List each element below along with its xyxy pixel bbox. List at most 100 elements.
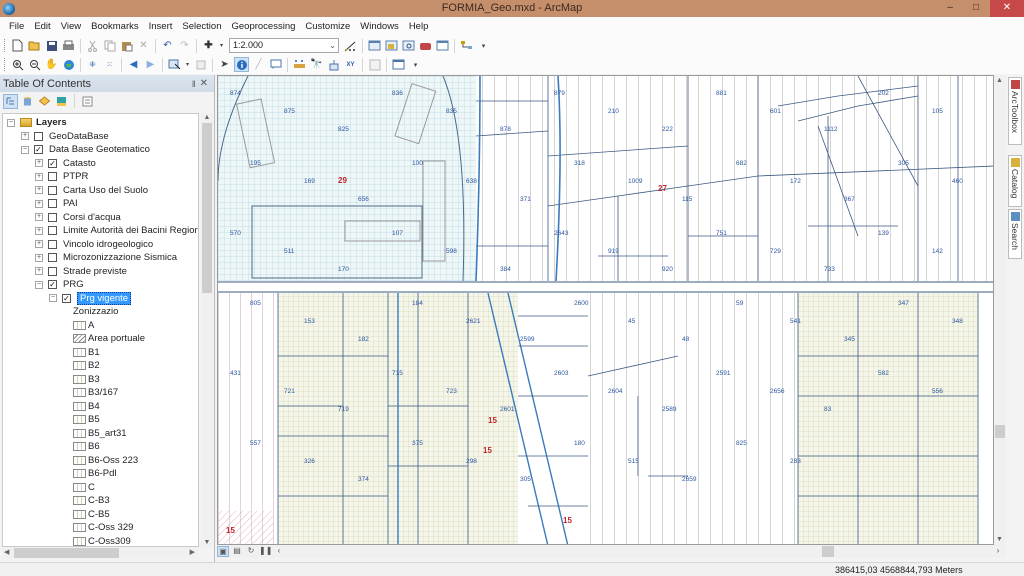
forward-icon[interactable]: ▶ [143, 57, 158, 72]
table-of-contents-icon[interactable] [367, 38, 382, 53]
toc-layer-label[interactable]: Data Base Geotematico [49, 144, 150, 155]
collapse-icon[interactable]: − [35, 280, 43, 289]
menu-edit[interactable]: Edit [29, 21, 55, 32]
measure-icon[interactable] [292, 57, 307, 72]
scroll-left-icon[interactable]: ◀ [4, 548, 9, 556]
search-window-icon[interactable] [401, 38, 416, 53]
toc-vertical-scroll-thumb[interactable] [202, 123, 212, 293]
menu-customize[interactable]: Customize [300, 21, 355, 32]
print-icon[interactable] [61, 38, 76, 53]
toc-layer-label[interactable]: PAI [63, 198, 78, 209]
layer-visibility-checkbox[interactable] [48, 253, 57, 263]
toc-layer-label[interactable]: Prg vigente [77, 291, 132, 305]
toc-options-icon[interactable] [80, 94, 95, 109]
toc-layer-label[interactable]: PTPR [63, 171, 88, 182]
refresh-icon[interactable]: ↻ [245, 546, 257, 557]
legend-symbol-icon[interactable] [73, 482, 86, 492]
arctoolbox-icon[interactable] [418, 38, 433, 53]
fixed-zoom-out-icon[interactable]: ⁙ [102, 57, 117, 72]
pan-icon[interactable]: ✋ [44, 57, 59, 72]
menu-insert[interactable]: Insert [144, 21, 178, 32]
toc-horizontal-scroll-thumb[interactable] [14, 548, 119, 558]
toc-close-icon[interactable]: ✕ [200, 78, 208, 89]
collapse-icon[interactable]: − [7, 118, 15, 127]
menu-geoprocessing[interactable]: Geoprocessing [226, 21, 300, 32]
python-window-icon[interactable] [435, 38, 450, 53]
layer-visibility-checkbox[interactable]: ✓ [48, 158, 57, 168]
map-canvas[interactable] [218, 76, 994, 545]
find-icon[interactable]: 🔭 [309, 57, 324, 72]
legend-symbol-icon[interactable] [73, 401, 86, 411]
map-scale-combobox[interactable]: 1:2.000 ⌄ [229, 38, 339, 53]
dock-tab-catalog[interactable]: Catalog [1008, 155, 1022, 207]
chevron-down-icon[interactable]: ⌄ [329, 39, 336, 52]
toc-layer-row[interactable]: + ✓ Catasto [35, 157, 96, 171]
layer-visibility-checkbox[interactable]: ✓ [48, 280, 57, 290]
layer-visibility-checkbox[interactable] [48, 226, 57, 236]
pause-drawing-icon[interactable]: ❚❚ [259, 546, 272, 557]
toc-horizontal-scrollbar[interactable]: ◀ ▶ [2, 547, 199, 559]
open-icon[interactable] [27, 38, 42, 53]
scroll-down-icon[interactable]: ▼ [201, 539, 213, 546]
toc-layer-label[interactable]: Vincolo idrogeologico [63, 239, 153, 250]
expand-icon[interactable]: + [35, 267, 43, 276]
menu-file[interactable]: File [4, 21, 29, 32]
list-by-selection-icon[interactable] [54, 94, 69, 109]
layer-visibility-checkbox[interactable]: ✓ [34, 145, 43, 155]
toc-layer-row[interactable]: − ✓ Data Base Geotematico [21, 143, 150, 157]
legend-symbol-icon[interactable] [73, 320, 86, 330]
expand-icon[interactable]: + [21, 132, 29, 141]
toc-layer-label[interactable]: Microzonizzazione Sismica [63, 252, 177, 263]
menu-bookmarks[interactable]: Bookmarks [86, 21, 144, 32]
copy-icon[interactable] [102, 38, 117, 53]
toc-layer-row[interactable]: − Layers [7, 116, 67, 130]
menu-selection[interactable]: Selection [177, 21, 226, 32]
fixed-zoom-in-icon[interactable]: ⁜ [85, 57, 100, 72]
toc-layer-row[interactable]: + PAI [35, 197, 78, 211]
layer-visibility-checkbox[interactable] [48, 185, 57, 195]
legend-symbol-icon[interactable] [73, 334, 86, 344]
back-icon[interactable]: ◀ [126, 57, 141, 72]
layer-visibility-checkbox[interactable]: ✓ [62, 293, 71, 303]
toolbar-grip[interactable] [4, 58, 7, 71]
layout-view-button[interactable]: ▤ [231, 546, 243, 557]
hyperlink-icon[interactable] [268, 57, 283, 72]
menu-windows[interactable]: Windows [355, 21, 404, 32]
legend-symbol-icon[interactable] [73, 374, 86, 384]
scroll-up-icon[interactable]: ▲ [996, 77, 1003, 84]
save-icon[interactable] [44, 38, 59, 53]
toc-layer-row[interactable]: − ✓ PRG [35, 278, 84, 292]
toc-layer-label[interactable]: Catasto [63, 158, 96, 169]
add-data-icon[interactable]: ✚ [201, 38, 216, 53]
legend-symbol-icon[interactable] [73, 415, 86, 425]
legend-symbol-icon[interactable] [73, 469, 86, 479]
scroll-down-icon[interactable]: ▼ [996, 536, 1003, 543]
time-slider-icon[interactable] [367, 57, 382, 72]
layer-visibility-checkbox[interactable] [48, 199, 57, 209]
toc-layer-row[interactable]: + Carta Uso del Suolo [35, 184, 148, 198]
toc-layer-row[interactable]: + Strade previste [35, 265, 127, 279]
legend-symbol-icon[interactable] [73, 496, 86, 506]
expand-icon[interactable]: + [35, 226, 43, 235]
toc-layer-row[interactable]: + Microzonizzazione Sismica [35, 251, 177, 265]
close-button[interactable]: ✕ [990, 0, 1024, 17]
toc-layer-row[interactable]: + PTPR [35, 170, 88, 184]
zoom-out-icon[interactable] [27, 57, 42, 72]
toc-layer-row[interactable]: + GeoDataBase [21, 130, 109, 144]
chevron-down-icon[interactable]: ▾ [184, 57, 191, 72]
list-by-source-icon[interactable] [20, 94, 35, 109]
redo-icon[interactable]: ↷ [177, 38, 192, 53]
legend-symbol-icon[interactable] [73, 523, 86, 533]
legend-symbol-icon[interactable] [73, 347, 86, 357]
select-elements-icon[interactable]: ➤ [217, 57, 232, 72]
new-document-icon[interactable] [10, 38, 25, 53]
legend-symbol-icon[interactable] [73, 428, 86, 438]
undo-icon[interactable]: ↶ [160, 38, 175, 53]
expand-icon[interactable]: + [35, 199, 43, 208]
create-viewer-window-icon[interactable] [391, 57, 406, 72]
editor-toolbar-icon[interactable] [343, 38, 358, 53]
clear-selection-icon[interactable] [193, 57, 208, 72]
toolbar-options-icon[interactable]: ▾ [476, 38, 491, 53]
legend-symbol-icon[interactable] [73, 388, 86, 398]
list-by-drawing-order-icon[interactable] [3, 93, 18, 109]
